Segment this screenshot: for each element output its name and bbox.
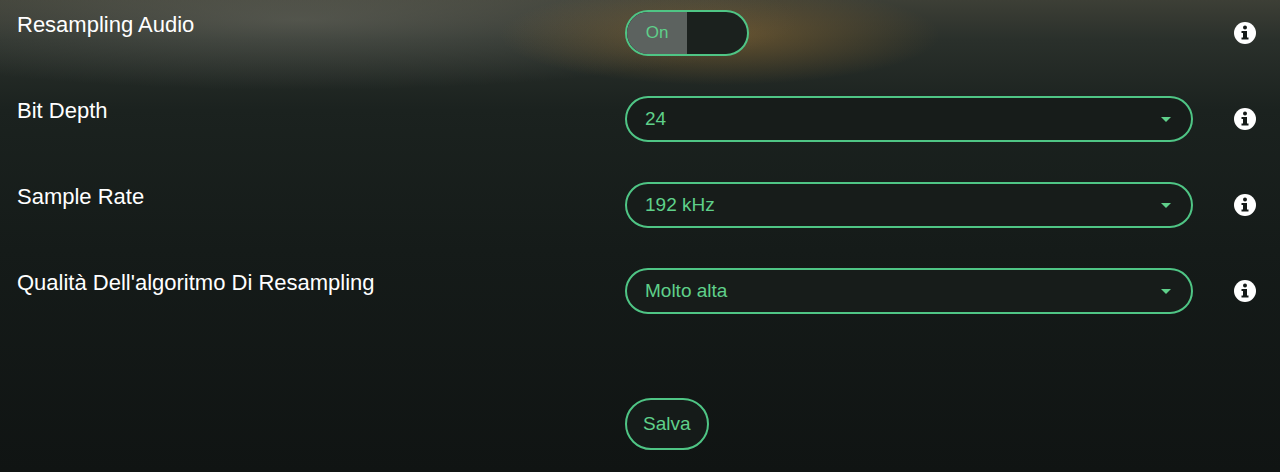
dropdown-caret-icon bbox=[1161, 289, 1171, 294]
select-value: 24 bbox=[645, 108, 1161, 130]
setting-label: Bit Depth bbox=[17, 96, 625, 126]
resampling-toggle[interactable]: On bbox=[625, 10, 749, 56]
info-icon[interactable] bbox=[1233, 279, 1257, 303]
settings-page: Resampling Audio On Bit Depth 24 Sample … bbox=[0, 0, 1280, 472]
dropdown-caret-icon bbox=[1161, 203, 1171, 208]
setting-label: Resampling Audio bbox=[17, 10, 625, 40]
setting-select[interactable]: 192 kHz bbox=[625, 182, 1193, 228]
select-value: 192 kHz bbox=[645, 194, 1161, 216]
info-icon[interactable] bbox=[1233, 107, 1257, 131]
setting-label: Qualità Dell'algoritmo Di Resampling bbox=[17, 268, 625, 298]
setting-label: Sample Rate bbox=[17, 182, 625, 212]
settings-form: Resampling Audio On Bit Depth 24 Sample … bbox=[0, 10, 1280, 314]
actions-bar: Salva bbox=[0, 398, 1280, 450]
info-icon[interactable] bbox=[1233, 21, 1257, 45]
save-button[interactable]: Salva bbox=[625, 398, 709, 450]
info-icon[interactable] bbox=[1233, 193, 1257, 217]
toggle-state: On bbox=[627, 12, 687, 54]
dropdown-caret-icon bbox=[1161, 117, 1171, 122]
setting-select[interactable]: 24 bbox=[625, 96, 1193, 142]
setting-select[interactable]: Molto alta bbox=[625, 268, 1193, 314]
select-value: Molto alta bbox=[645, 280, 1161, 302]
